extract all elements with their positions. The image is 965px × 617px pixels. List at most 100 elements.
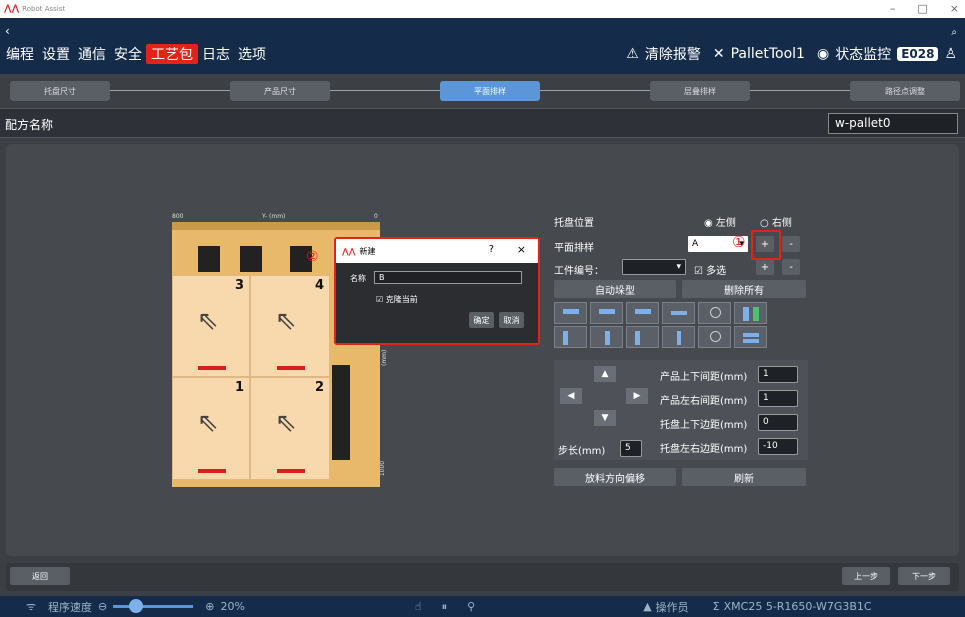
step-icon[interactable]: ⚲ (467, 600, 475, 613)
remove-workpiece-button[interactable]: - (782, 259, 800, 275)
pointer-icon[interactable]: ☝ (415, 600, 422, 613)
move-left-button[interactable]: ◀ (560, 388, 582, 404)
return-button[interactable]: 返回 (10, 567, 70, 585)
speed-slider[interactable] (113, 599, 194, 613)
step-input[interactable]: 5 (620, 440, 642, 457)
product-box[interactable]: 4 ⇖ (250, 275, 330, 377)
align-vertical-button[interactable] (662, 326, 695, 348)
alignment-grid (554, 302, 808, 352)
gap-vertical-label: 产品上下间距(mm) (660, 372, 748, 383)
main-menu: 编程 设置 通信 安全 工艺包 日志 选项 (2, 44, 270, 64)
align-center-button[interactable] (662, 302, 695, 324)
step-stack-layout[interactable]: 层叠排样 (650, 81, 750, 101)
margin-vertical-input[interactable]: 0 (758, 414, 798, 431)
gap-horizontal-input[interactable]: 1 (758, 390, 798, 407)
recipe-name-field[interactable]: w-pallet0 (828, 113, 958, 134)
speed-decrease-icon[interactable]: ⊖ (98, 600, 107, 613)
next-step-button[interactable]: 下一步 (898, 567, 950, 585)
multi-label: 多选 (706, 266, 727, 277)
back-icon[interactable]: ‹ (5, 24, 10, 38)
prev-step-button[interactable]: 上一步 (842, 567, 890, 585)
cancel-button[interactable]: 取消 (499, 312, 524, 328)
tool-selector[interactable]: PalletTool1 (731, 46, 805, 62)
align-top-center-button[interactable] (590, 302, 623, 324)
close-icon[interactable]: × (517, 243, 526, 256)
help-icon[interactable]: ? (489, 244, 494, 255)
box-marker (198, 366, 226, 370)
align-bottom-button[interactable] (626, 326, 659, 348)
product-box[interactable]: 1 ⇖ (172, 377, 250, 480)
align-left-button[interactable] (554, 326, 587, 348)
step-plane-layout[interactable]: 平面排样 (440, 81, 540, 101)
menu-settings[interactable]: 设置 (38, 44, 74, 64)
main-panel (6, 144, 959, 556)
move-up-button[interactable]: ▲ (594, 366, 616, 382)
status-monitor-button[interactable]: 状态监控 (835, 44, 891, 64)
clone-checkbox[interactable]: ☑ 克隆当前 (376, 294, 418, 305)
user-icon: ▲ (643, 600, 652, 613)
direction-arrow-icon: ⇖ (197, 408, 219, 438)
left-side-radio[interactable]: ◉ 左侧 (704, 214, 736, 229)
recipe-label: 配方名称 (5, 118, 54, 132)
search-icon[interactable]: ⌕ (951, 27, 957, 38)
flip-button[interactable] (734, 326, 767, 348)
wifi-icon: ᯤ (26, 600, 37, 613)
workpiece-select[interactable]: ▾ (622, 259, 686, 275)
step-pallet-size[interactable]: 托盘尺寸 (10, 81, 110, 101)
offset-direction-button[interactable]: 放料方向偏移 (554, 468, 676, 486)
box-number: 1 (234, 380, 244, 395)
product-box[interactable]: 3 ⇖ (172, 275, 250, 377)
mirror-button[interactable] (734, 302, 767, 324)
refresh-button[interactable]: 刷新 (682, 468, 806, 486)
step-path-adjust[interactable]: 路径点调整 (850, 81, 960, 101)
right-side-radio[interactable]: ○ 右侧 (760, 214, 792, 229)
direction-arrow-icon: ⇖ (197, 306, 219, 336)
axis-label-bottom: 1000 (379, 460, 387, 477)
slider-handle[interactable] (129, 599, 144, 613)
menu-log[interactable]: 日志 (198, 44, 234, 64)
align-middle-button[interactable] (590, 326, 623, 348)
user-role[interactable]: 操作员 (656, 599, 689, 615)
gap-vertical-input[interactable]: 1 (758, 366, 798, 383)
product-box[interactable]: 2 ⇖ (250, 377, 330, 480)
maximize-button[interactable]: □ (917, 2, 927, 15)
delete-all-button[interactable]: 删除所有 (682, 280, 806, 298)
align-top-left-button[interactable] (554, 302, 587, 324)
remove-layout-button[interactable]: - (782, 236, 800, 252)
menu-comm[interactable]: 通信 (74, 44, 110, 64)
bottom-bar: 返回 上一步 下一步 (6, 563, 959, 591)
rotate-90-icon[interactable] (698, 302, 731, 324)
margin-horizontal-input[interactable]: -10 (758, 438, 798, 455)
multi-select-checkbox[interactable]: ☑ 多选 (694, 262, 726, 277)
robot-icon[interactable]: ♙ (944, 46, 957, 62)
pallet-plank (172, 222, 380, 230)
move-down-button[interactable]: ▼ (594, 410, 616, 426)
name-label: 名称 (350, 274, 366, 283)
menu-options[interactable]: 选项 (234, 44, 270, 64)
rotate-90-icon[interactable] (698, 326, 731, 348)
close-window-button[interactable]: × (950, 2, 959, 15)
move-right-button[interactable]: ▶ (626, 388, 648, 404)
pallet-position-label: 托盘位置 (554, 218, 594, 229)
checkbox-icon: ☑ (376, 295, 386, 304)
speed-increase-icon[interactable]: ⊕ (205, 600, 214, 613)
gap-horizontal-label: 产品左右间距(mm) (660, 396, 748, 407)
add-workpiece-button[interactable]: + (756, 259, 774, 275)
pallet-block (332, 365, 350, 460)
minimize-button[interactable]: – (890, 2, 896, 15)
auto-stack-button[interactable]: 自动垛型 (554, 280, 676, 298)
margin-horizontal-label: 托盘左右边距(mm) (660, 444, 748, 455)
menu-process-package[interactable]: 工艺包 (146, 44, 198, 64)
menu-program[interactable]: 编程 (2, 44, 38, 64)
ok-button[interactable]: 确定 (469, 312, 494, 328)
align-top-right-button[interactable] (626, 302, 659, 324)
menu-safety[interactable]: 安全 (110, 44, 146, 64)
step-product-size[interactable]: 产品尺寸 (230, 81, 330, 101)
app-logo-icon: ⋀⋀ (4, 4, 20, 14)
pause-icon[interactable]: ⏸ (442, 600, 448, 614)
clear-alarm-button[interactable]: 清除报警 (645, 44, 701, 64)
error-code-badge[interactable]: E028 (897, 47, 939, 61)
pallet-block (198, 246, 220, 272)
name-input[interactable]: B (374, 271, 522, 284)
axis-label-left: 800 (172, 213, 184, 220)
